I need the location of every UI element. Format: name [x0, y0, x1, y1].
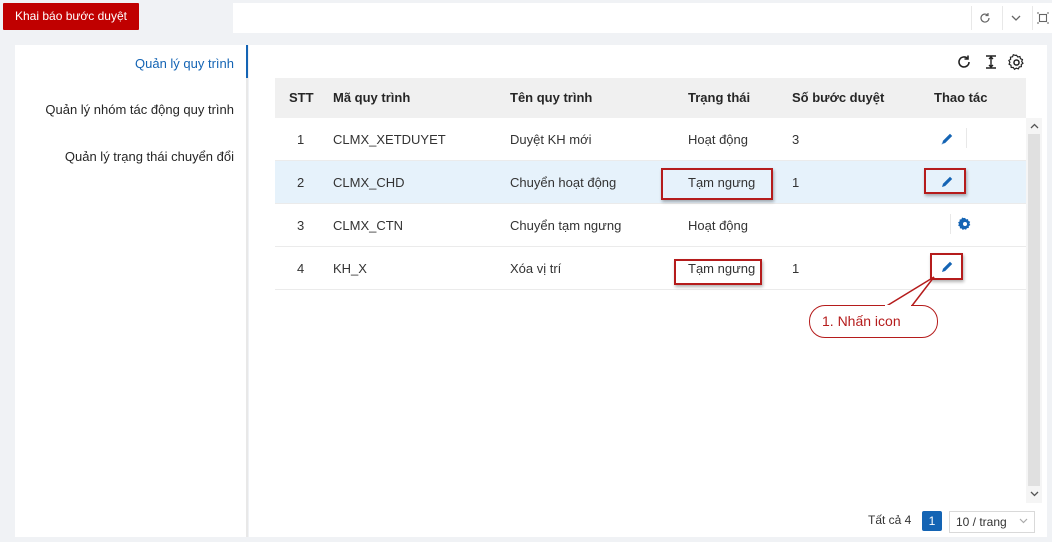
annotation-box-status [674, 259, 762, 285]
cell-steps: 3 [792, 132, 800, 147]
page-size-value: 10 / trang [956, 515, 1007, 529]
callout-bubble: 1. Nhấn icon [809, 305, 938, 338]
cell-code: CLMX_XETDUYET [333, 132, 446, 147]
table-scrollbar[interactable] [1026, 118, 1042, 503]
refresh-icon[interactable] [955, 53, 973, 71]
column-header-ten-quy-trinh[interactable]: Tên quy trình [510, 78, 592, 118]
pagination-page-1[interactable]: 1 [922, 511, 942, 531]
sidebar-item-quan-ly-trang-thai[interactable]: Quản lý trạng thái chuyển đổi [65, 149, 234, 164]
sidebar-item-quan-ly-quy-trinh[interactable]: Quản lý quy trình [135, 56, 234, 71]
action-divider [950, 214, 951, 234]
edit-icon[interactable] [940, 132, 954, 146]
tab-khai-bao-buoc-duyet[interactable]: Khai báo bước duyệt [3, 3, 139, 30]
chevron-down-icon [1019, 512, 1028, 532]
cell-name: Chuyển tạm ngưng [510, 218, 622, 233]
sidebar: Quản lý quy trình Quản lý nhóm tác động … [15, 45, 248, 537]
active-indicator [246, 45, 248, 78]
table-row[interactable]: 3 CLMX_CTN Chuyển tạm ngưng Hoạt động [275, 204, 1026, 247]
top-tab-bar: Khai báo bước duyệt [0, 0, 1052, 36]
settings-icon[interactable] [1007, 53, 1025, 71]
annotation-box-status [661, 168, 773, 200]
settings-icon[interactable] [958, 217, 972, 231]
cell-stt: 1 [297, 132, 305, 147]
annotation-box-edit [924, 168, 966, 194]
action-divider [966, 128, 967, 148]
scroll-thumb[interactable] [1028, 134, 1040, 486]
cell-stt: 4 [297, 261, 305, 276]
page-size-select[interactable]: 10 / trang [949, 511, 1035, 533]
cell-code: KH_X [333, 261, 367, 276]
cell-code: CLMX_CTN [333, 218, 404, 233]
cell-stt: 2 [297, 175, 305, 190]
tab-strip [233, 3, 1052, 33]
column-header-thao-tac: Thao tác [934, 90, 988, 105]
cell-steps: 1 [792, 261, 800, 276]
cell-stt: 3 [297, 218, 305, 233]
column-header-so-buoc-duyet[interactable]: Số bước duyệt [792, 78, 884, 118]
cell-name: Duyệt KH mới [510, 132, 592, 147]
chevron-down-icon[interactable] [1026, 487, 1042, 501]
chevron-down-icon[interactable] [1002, 6, 1028, 30]
sidebar-item-quan-ly-nhom-tac-dong[interactable]: Quản lý nhóm tác động quy trình [45, 102, 234, 117]
table-row[interactable]: 2 CLMX_CHD Chuyển hoạt động Tạm ngưng 1 [275, 161, 1026, 204]
column-height-icon[interactable] [982, 53, 1000, 71]
fullscreen-icon[interactable] [1032, 6, 1052, 30]
table-header: STT Mã quy trình Tên quy trình Trạng thá… [275, 78, 1026, 118]
cell-status: Hoạt động [688, 132, 748, 147]
cell-steps: 1 [792, 175, 800, 190]
chevron-up-icon[interactable] [1026, 119, 1042, 133]
cell-code: CLMX_CHD [333, 175, 405, 190]
callout-joint [885, 305, 911, 308]
table-row[interactable]: 1 CLMX_XETDUYET Duyệt KH mới Hoạt động 3 [275, 118, 1026, 161]
column-header-trang-thai[interactable]: Trạng thái [688, 78, 750, 118]
cell-name: Chuyển hoạt động [510, 175, 617, 190]
pagination-total: Tất cả 4 [868, 513, 912, 527]
cell-status: Hoạt động [688, 218, 748, 233]
column-header-stt[interactable]: STT [289, 78, 314, 118]
refresh-tab-icon[interactable] [971, 6, 997, 30]
cell-name: Xóa vị trí [510, 261, 562, 276]
column-header-ma-quy-trinh[interactable]: Mã quy trình [333, 78, 410, 118]
